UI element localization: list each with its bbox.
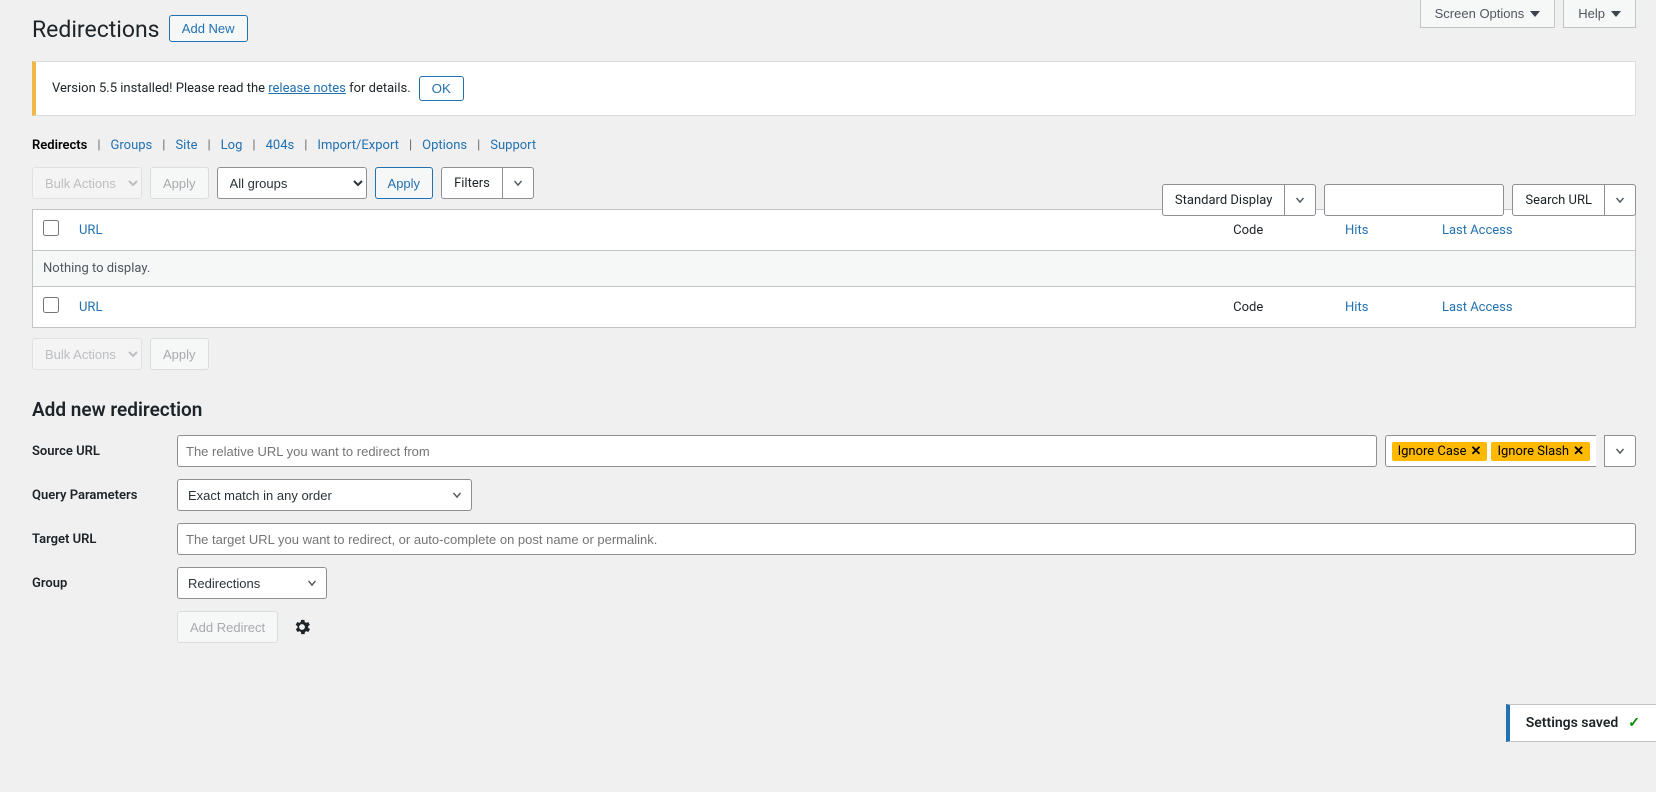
toast-text: Settings saved: [1526, 715, 1619, 731]
query-params-label: Query Parameters: [32, 488, 177, 503]
group-filter-select[interactable]: All groups: [217, 167, 367, 199]
chevron-down-icon[interactable]: [1604, 184, 1636, 216]
add-redirection-heading: Add new redirection: [32, 398, 1636, 421]
chip-ignore-slash[interactable]: Ignore Slash ✕: [1491, 442, 1590, 461]
tab-groups[interactable]: Groups: [111, 138, 153, 153]
triangle-down-icon: [1611, 11, 1621, 17]
display-mode-value: Standard Display: [1162, 184, 1284, 216]
apply-bulk-top-button[interactable]: Apply: [150, 167, 209, 199]
tab-redirects[interactable]: Redirects: [32, 138, 87, 153]
tab-site[interactable]: Site: [175, 138, 197, 153]
notice-text: Version 5.5 installed! Please read the r…: [52, 81, 411, 96]
page-title: Redirections: [32, 16, 160, 43]
group-select[interactable]: Redirections: [177, 567, 327, 599]
sub-navigation: Redirects | Groups | Site | Log | 404s |…: [32, 138, 1636, 153]
target-url-label: Target URL: [32, 532, 177, 547]
chip-ignore-case[interactable]: Ignore Case ✕: [1392, 442, 1488, 461]
source-flags-dropdown[interactable]: [1604, 435, 1636, 467]
help-button[interactable]: Help: [1563, 0, 1636, 28]
col-url[interactable]: URL: [79, 300, 102, 315]
tab-log[interactable]: Log: [221, 138, 243, 153]
col-last-access[interactable]: Last Access: [1442, 223, 1513, 238]
chevron-down-icon[interactable]: [502, 167, 534, 199]
tab-options[interactable]: Options: [422, 138, 467, 153]
tab-404s[interactable]: 404s: [266, 138, 295, 153]
update-notice: Version 5.5 installed! Please read the r…: [32, 61, 1636, 116]
settings-saved-toast: Settings saved ✓: [1506, 704, 1656, 742]
search-url-label: Search URL: [1512, 184, 1604, 216]
redirects-table: URL Code Hits Last Access Nothing to dis…: [32, 209, 1636, 328]
col-last-access[interactable]: Last Access: [1442, 300, 1513, 315]
tab-support[interactable]: Support: [490, 138, 536, 153]
notice-ok-button[interactable]: OK: [419, 76, 464, 101]
bulk-actions-select-top[interactable]: Bulk Actions: [32, 167, 142, 199]
tab-import-export[interactable]: Import/Export: [317, 138, 399, 153]
close-icon[interactable]: ✕: [1471, 444, 1482, 459]
search-input[interactable]: [1324, 184, 1504, 216]
query-params-select[interactable]: Exact match in any order: [177, 479, 472, 511]
screen-options-button[interactable]: Screen Options: [1420, 0, 1556, 28]
col-code: Code: [1223, 287, 1335, 328]
gear-icon[interactable]: [292, 617, 312, 637]
add-redirect-button[interactable]: Add Redirect: [177, 611, 278, 643]
screen-options-label: Screen Options: [1435, 6, 1525, 21]
search-url-button[interactable]: Search URL: [1512, 184, 1636, 216]
filters-button[interactable]: Filters: [441, 167, 534, 199]
help-label: Help: [1578, 6, 1605, 21]
apply-group-button[interactable]: Apply: [375, 167, 434, 199]
source-url-label: Source URL: [32, 444, 177, 459]
empty-row: Nothing to display.: [33, 251, 1636, 287]
release-notes-link[interactable]: release notes: [268, 81, 346, 96]
check-icon: ✓: [1628, 715, 1640, 731]
add-new-button[interactable]: Add New: [169, 15, 248, 42]
select-all-checkbox-bottom[interactable]: [43, 297, 59, 313]
col-hits[interactable]: Hits: [1345, 223, 1368, 238]
target-url-input[interactable]: [177, 523, 1636, 555]
source-flags: Ignore Case ✕ Ignore Slash ✕: [1385, 435, 1596, 467]
display-mode-select[interactable]: Standard Display: [1162, 184, 1316, 216]
chevron-down-icon[interactable]: [1284, 184, 1316, 216]
select-all-checkbox[interactable]: [43, 220, 59, 236]
group-label: Group: [32, 576, 177, 591]
triangle-down-icon: [1530, 11, 1540, 17]
source-url-input[interactable]: [177, 435, 1377, 467]
apply-bulk-bottom-button[interactable]: Apply: [150, 338, 209, 370]
filters-label: Filters: [441, 167, 502, 199]
close-icon[interactable]: ✕: [1573, 444, 1584, 459]
bulk-actions-select-bottom[interactable]: Bulk Actions: [32, 338, 142, 370]
empty-message: Nothing to display.: [33, 251, 1636, 287]
col-url[interactable]: URL: [79, 223, 102, 238]
col-hits[interactable]: Hits: [1345, 300, 1368, 315]
